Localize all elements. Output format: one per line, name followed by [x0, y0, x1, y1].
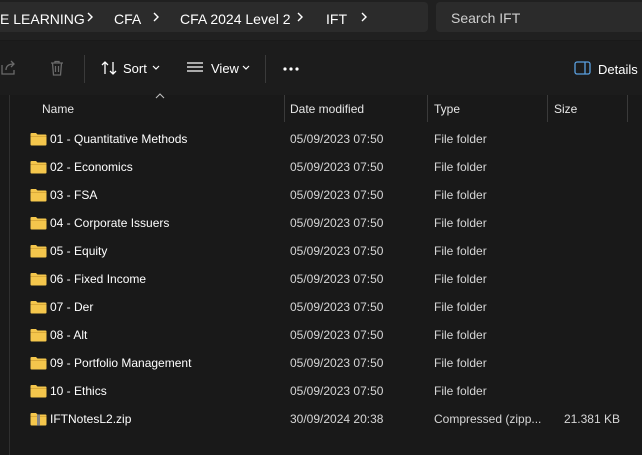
delete-icon[interactable] [48, 59, 66, 77]
address-bar: E LEARNING CFA CFA 2024 Level 2 IFT Sear… [0, 0, 642, 40]
file-name: 04 - Corporate Issuers [50, 216, 170, 230]
file-name: 01 - Quantitative Methods [50, 132, 188, 146]
file-type: File folder [434, 272, 487, 286]
folder-icon [30, 301, 47, 314]
file-row[interactable]: 10 - Ethics 05/09/2023 07:50 File folder [20, 377, 642, 405]
file-type: File folder [434, 216, 487, 230]
chevron-right-icon[interactable] [358, 10, 370, 24]
search-input[interactable]: Search IFT [436, 2, 642, 32]
file-type: File folder [434, 188, 487, 202]
breadcrumb-item-ift[interactable]: IFT [326, 11, 347, 27]
folder-icon [30, 245, 47, 258]
column-header-row: Name Date modified Type Size [0, 93, 642, 122]
breadcrumb-item-e-learning[interactable]: E LEARNING [0, 11, 85, 27]
folder-icon [30, 329, 47, 342]
file-name: 10 - Ethics [50, 384, 107, 398]
share-icon[interactable] [0, 59, 18, 77]
folder-icon [30, 217, 47, 230]
file-row[interactable]: 06 - Fixed Income 05/09/2023 07:50 File fo… [20, 265, 642, 293]
breadcrumb[interactable]: E LEARNING CFA CFA 2024 Level 2 IFT [0, 2, 428, 32]
file-row[interactable]: 04 - Corporate Issuers 05/09/2023 07:50 Fi… [20, 209, 642, 237]
column-header-date-modified[interactable]: Date modified [290, 102, 364, 116]
folder-icon [30, 161, 47, 174]
column-header-size[interactable]: Size [554, 102, 577, 116]
file-row[interactable]: 09 - Portfolio Management 05/09/2023 07:5… [20, 349, 642, 377]
breadcrumb-item-cfa-2024-level-2[interactable]: CFA 2024 Level 2 [180, 11, 291, 27]
file-date-modified: 05/09/2023 07:50 [290, 132, 384, 146]
file-name: 02 - Economics [50, 160, 133, 174]
sort-icon [101, 61, 117, 75]
details-pane-icon [574, 61, 591, 75]
folder-icon [30, 357, 47, 370]
file-name: 08 - Alt [50, 328, 88, 342]
file-type: File folder [434, 244, 487, 258]
file-name: IFTNotesL2.zip [50, 412, 132, 426]
view-icon [187, 62, 203, 72]
file-row[interactable]: 07 - Der 05/09/2023 07:50 File folder [20, 293, 642, 321]
chevron-right-icon[interactable] [294, 10, 306, 24]
search-placeholder: Search IFT [451, 10, 521, 26]
file-size: 21.381 KB [563, 412, 620, 426]
view-label: View [211, 61, 239, 76]
file-list: Name Date modified Type Size 01 - Quanti… [0, 93, 642, 455]
file-type: File folder [434, 160, 487, 174]
file-type: File folder [434, 300, 487, 314]
folder-icon [30, 385, 47, 398]
file-name: 05 - Equity [50, 244, 108, 258]
file-name: 07 - Der [50, 300, 94, 314]
navigation-pane-edge [9, 95, 10, 455]
chevron-down-icon [242, 65, 250, 70]
file-type: File folder [434, 328, 487, 342]
file-row[interactable]: 08 - Alt 05/09/2023 07:50 File folder [20, 321, 642, 349]
file-row[interactable]: 02 - Economics 05/09/2023 07:50 File folde… [20, 153, 642, 181]
file-row[interactable]: 05 - Equity 05/09/2023 07:50 File folder [20, 237, 642, 265]
details-label: Details [598, 62, 638, 77]
column-divider[interactable] [284, 95, 285, 122]
column-divider[interactable] [427, 95, 428, 122]
toolbar-divider [265, 55, 266, 83]
file-type: File folder [434, 356, 487, 370]
zip-folder-icon [30, 413, 47, 426]
file-date-modified: 05/09/2023 07:50 [290, 188, 384, 202]
file-date-modified: 05/09/2023 07:50 [290, 216, 384, 230]
file-date-modified: 05/09/2023 07:50 [290, 384, 384, 398]
file-date-modified: 05/09/2023 07:50 [290, 328, 384, 342]
file-date-modified: 05/09/2023 07:50 [290, 272, 384, 286]
column-divider[interactable] [627, 95, 628, 122]
view-button[interactable]: View [182, 55, 252, 83]
command-bar: Sort View Details [0, 41, 642, 95]
file-date-modified: 30/09/2024 20:38 [290, 412, 384, 426]
file-type: File folder [434, 384, 487, 398]
chevron-right-icon[interactable] [84, 10, 96, 24]
chevron-right-icon[interactable] [150, 10, 162, 24]
file-date-modified: 05/09/2023 07:50 [290, 244, 384, 258]
sort-label: Sort [123, 61, 147, 76]
toolbar-divider [84, 55, 85, 83]
folder-icon [30, 273, 47, 286]
sort-ascending-icon [155, 93, 165, 99]
file-name: 03 - FSA [50, 188, 98, 202]
file-name: 09 - Portfolio Management [50, 356, 192, 370]
folder-icon [30, 189, 47, 202]
details-pane-button[interactable]: Details [570, 55, 642, 83]
column-divider[interactable] [547, 95, 548, 122]
folder-icon [30, 133, 47, 146]
chevron-down-icon [152, 65, 160, 70]
breadcrumb-item-cfa[interactable]: CFA [114, 11, 141, 27]
file-row[interactable]: 01 - Quantitative Methods 05/09/2023 07:5… [20, 125, 642, 153]
file-date-modified: 05/09/2023 07:50 [290, 160, 384, 174]
column-header-type[interactable]: Type [434, 102, 460, 116]
file-type: File folder [434, 132, 487, 146]
column-header-name[interactable]: Name [42, 102, 74, 116]
file-name: 06 - Fixed Income [50, 272, 147, 286]
file-type: Compressed (zipp... [434, 412, 542, 426]
file-row[interactable]: IFTNotesL2.zip 30/09/2024 20:38 Compressed… [20, 405, 642, 433]
file-row[interactable]: 03 - FSA 05/09/2023 07:50 File folder [20, 181, 642, 209]
sort-button[interactable]: Sort [96, 55, 164, 83]
file-date-modified: 05/09/2023 07:50 [290, 356, 384, 370]
more-options-icon[interactable] [282, 66, 300, 72]
file-date-modified: 05/09/2023 07:50 [290, 300, 384, 314]
